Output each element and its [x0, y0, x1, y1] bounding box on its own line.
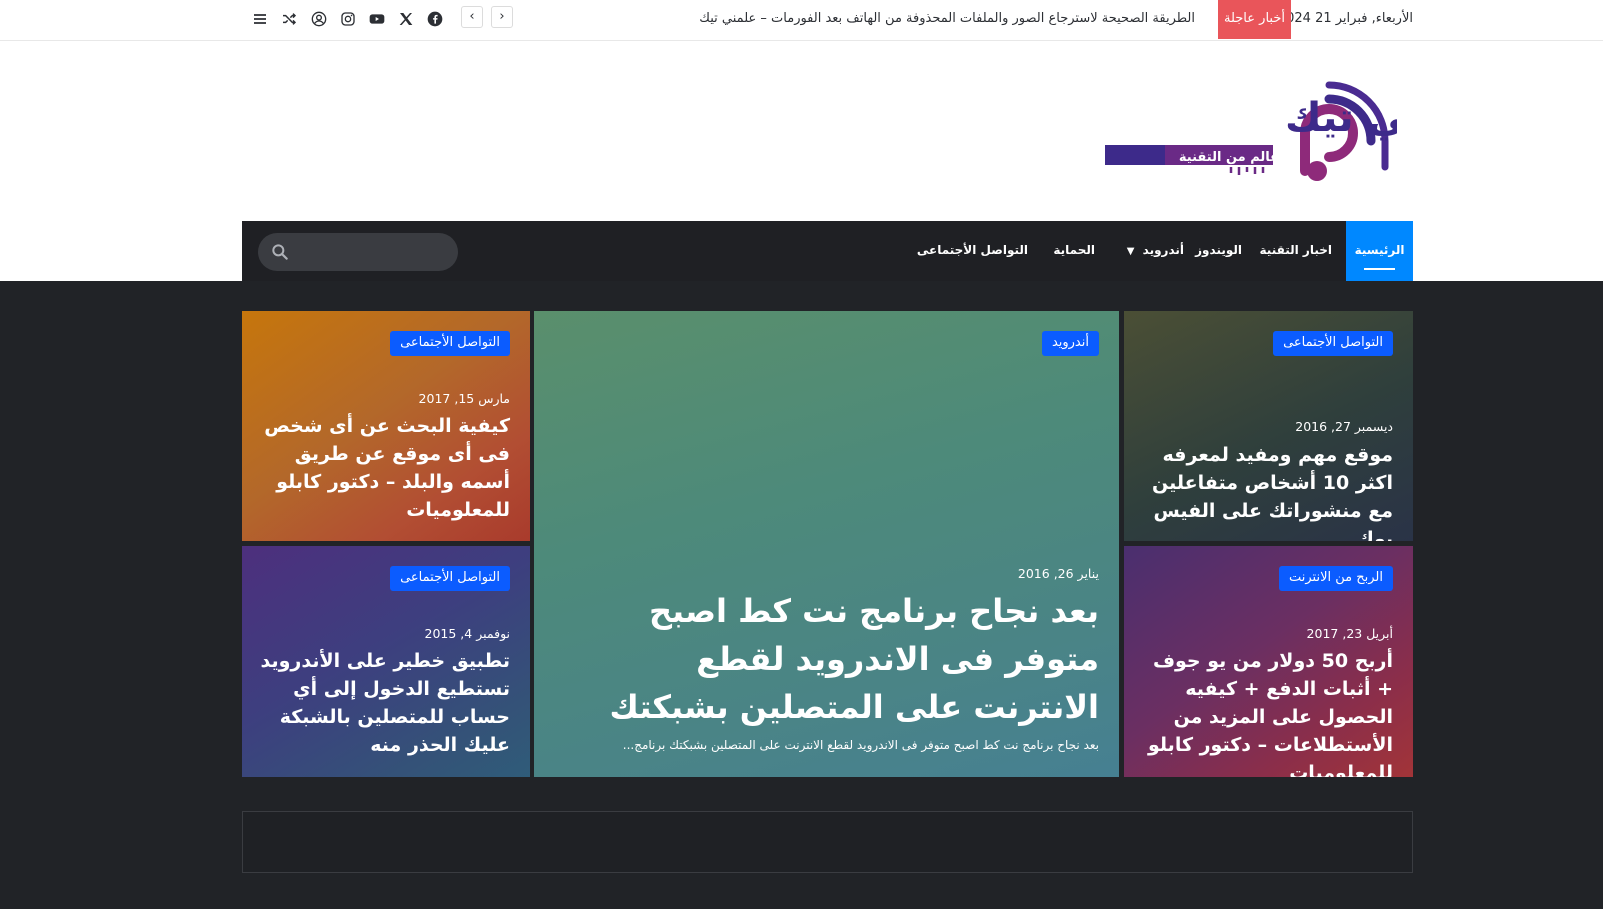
post-date: يناير 26, 2016 — [1017, 566, 1099, 581]
nav-item-security[interactable]: الحماية — [1053, 221, 1095, 281]
post-excerpt: بعد نجاح برنامج نت كط اصبح متوفر فى الان… — [622, 738, 1099, 752]
chevron-down-icon: ▼ — [1126, 246, 1135, 257]
random-icon[interactable] — [280, 9, 298, 29]
menu-icon[interactable] — [251, 9, 269, 29]
site-logo[interactable]: علمني تيك عالم من التقنية — [1097, 79, 1495, 189]
nav-item-windows[interactable]: الويندوز — [1195, 221, 1242, 281]
main-navigation: الرئيسية اخبار التقنية الويندوز أندرويد … — [242, 221, 1413, 286]
post-date: نوفمبر 4, 2015 — [424, 626, 511, 641]
featured-area: التواصل الأجتماعى ديسمبر 27, 2016 موقع م… — [0, 281, 1603, 909]
breaking-news-label: أخبار عاجلة — [1218, 0, 1291, 39]
search-box — [258, 233, 458, 271]
post-title[interactable]: أربح 50 دولار من يو جوف + أثبات الدفع + … — [1138, 647, 1393, 777]
user-icon[interactable] — [310, 9, 328, 29]
instagram-icon[interactable] — [339, 9, 357, 29]
ticker-prev-button[interactable]: ‹ — [461, 6, 483, 28]
breaking-news-ticker[interactable]: الطريقة الصحيحة لاسترجاع الصور والملفات … — [699, 0, 1195, 40]
post-date: ديسمبر 27, 2016 — [1295, 419, 1393, 434]
facebook-icon[interactable] — [426, 9, 444, 29]
category-badge[interactable]: التواصل الأجتماعى — [390, 566, 510, 591]
ticker-next-button[interactable]: › — [491, 6, 513, 28]
category-badge[interactable]: التواصل الأجتماعى — [390, 331, 510, 356]
post-title[interactable]: كيفية البحث عن أى شخص فى أى موقع عن طريق… — [260, 412, 510, 524]
search-icon[interactable] — [270, 242, 290, 262]
youtube-icon[interactable] — [368, 9, 386, 29]
post-date: مارس 15, 2017 — [418, 391, 510, 406]
category-badge[interactable]: أندرويد — [1041, 331, 1099, 356]
post-date: أبريل 23, 2017 — [1306, 626, 1393, 641]
featured-card[interactable]: التواصل الأجتماعى مارس 15, 2017 كيفية ال… — [242, 311, 530, 541]
featured-card[interactable]: التواصل الأجتماعى ديسمبر 27, 2016 موقع م… — [1124, 311, 1413, 541]
category-badge[interactable]: الربح من الانترنت — [1278, 566, 1393, 591]
nav-item-android[interactable]: أندرويد ▼ — [1127, 221, 1184, 281]
post-title[interactable]: موقع مهم ومفيد لمعرفه اكثر 10 أشخاص متفا… — [1143, 441, 1393, 541]
nav-item-label: أندرويد — [1142, 243, 1184, 257]
category-badge[interactable]: التواصل الأجتماعى — [1273, 331, 1393, 356]
nav-item-social[interactable]: التواصل الأجتماعى — [917, 221, 1028, 281]
svg-text:علمني تيك: علمني تيك — [1285, 95, 1397, 141]
nav-band: الرئيسية اخبار التقنية الويندوز أندرويد … — [0, 221, 1603, 286]
featured-card-main[interactable]: أندرويد يناير 26, 2016 بعد نجاح برنامج ن… — [534, 311, 1119, 777]
search-input[interactable] — [298, 233, 448, 271]
featured-card[interactable]: التواصل الأجتماعى نوفمبر 4, 2015 تطبيق خ… — [242, 546, 530, 777]
top-bar: الأربعاء, فبراير 21 2024 أخبار عاجلة الط… — [0, 0, 1603, 41]
ad-placeholder — [242, 811, 1413, 873]
nav-item-home[interactable]: الرئيسية — [1346, 221, 1413, 286]
post-title[interactable]: تطبيق خطير على الأندرويد تستطيع الدخول إ… — [260, 647, 511, 759]
svg-text:عالم من التقنية: عالم من التقنية — [1179, 150, 1279, 165]
site-header: علمني تيك عالم من التقنية — [0, 41, 1603, 221]
x-icon[interactable] — [397, 9, 415, 29]
current-date: الأربعاء, فبراير 21 2024 — [1277, 11, 1413, 26]
nav-item-tech-news[interactable]: اخبار التقنية — [1260, 221, 1332, 281]
nav-item-label: الرئيسية — [1354, 243, 1405, 257]
active-underline — [1364, 268, 1395, 270]
featured-card[interactable]: الربح من الانترنت أبريل 23, 2017 أربح 50… — [1124, 546, 1413, 777]
post-title[interactable]: بعد نجاح برنامج نت كط اصبح متوفر فى الان… — [579, 587, 1099, 731]
